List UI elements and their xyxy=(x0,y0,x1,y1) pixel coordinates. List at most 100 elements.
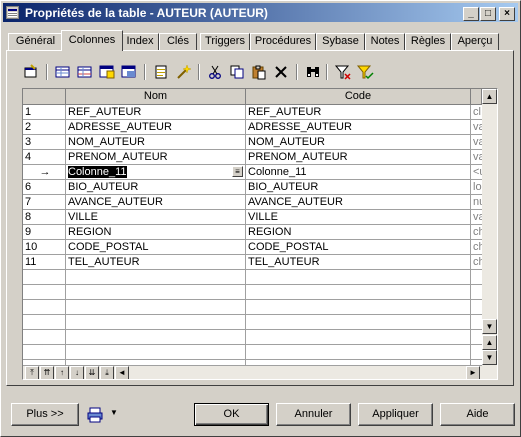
name-cell[interactable]: REGION xyxy=(66,225,246,240)
ellipsis-button[interactable]: ≡ xyxy=(232,166,243,177)
table-row[interactable] xyxy=(23,285,483,300)
move-down-button[interactable]: ↓ xyxy=(70,366,84,379)
tab-triggers[interactable]: Triggers xyxy=(200,33,250,50)
cut-icon[interactable] xyxy=(206,63,224,81)
code-cell[interactable] xyxy=(246,315,471,330)
table-row[interactable] xyxy=(23,315,483,330)
name-cell[interactable]: REF_AUTEUR xyxy=(66,105,246,120)
table-row[interactable]: 3NOM_AUTEURNOM_AUTEURva xyxy=(23,135,483,150)
code-cell[interactable] xyxy=(246,300,471,315)
name-cell[interactable]: VILLE xyxy=(66,210,246,225)
code-cell[interactable]: Colonne_11 xyxy=(246,165,471,180)
move-page-down-button[interactable]: ⇊ xyxy=(85,366,99,379)
name-cell[interactable]: BIO_AUTEUR xyxy=(66,180,246,195)
code-cell[interactable]: BIO_AUTEUR xyxy=(246,180,471,195)
move-bottom-button[interactable]: ⤓ xyxy=(100,366,114,379)
move-top-button[interactable]: ⤒ xyxy=(25,366,39,379)
vertical-scrollbar[interactable]: ▲ ▼ ▲ ▼ xyxy=(482,89,497,379)
wand-icon[interactable] xyxy=(174,63,192,81)
table-row[interactable]: 4PRENOM_AUTEURPRENOM_AUTEURva xyxy=(23,150,483,165)
edit-icon[interactable] xyxy=(152,63,170,81)
close-button[interactable]: × xyxy=(499,7,515,21)
add-columns-icon[interactable] xyxy=(98,63,116,81)
delete-icon[interactable] xyxy=(272,63,290,81)
code-cell[interactable] xyxy=(246,270,471,285)
copy-icon[interactable] xyxy=(228,63,246,81)
table-row[interactable]: 7AVANCE_AUTEURAVANCE_AUTEURnu xyxy=(23,195,483,210)
table-row[interactable] xyxy=(23,345,483,360)
name-cell[interactable]: ADRESSE_AUTEUR xyxy=(66,120,246,135)
ok-button[interactable]: OK xyxy=(194,403,269,426)
maximize-button[interactable]: □ xyxy=(480,7,496,21)
code-cell[interactable]: AVANCE_AUTEUR xyxy=(246,195,471,210)
find-icon[interactable] xyxy=(304,63,322,81)
scroll-page-down-button[interactable]: ▼ xyxy=(482,350,497,365)
scroll-right-button[interactable]: ► xyxy=(466,366,480,379)
table-row[interactable]: →Colonne_11≡Colonne_11<u xyxy=(23,165,483,180)
table-row[interactable]: 11TEL_AUTEURTEL_AUTEURch xyxy=(23,255,483,270)
table-row[interactable]: 2ADRESSE_AUTEURADRESSE_AUTEURva xyxy=(23,120,483,135)
name-cell[interactable]: NOM_AUTEUR xyxy=(66,135,246,150)
code-cell[interactable]: REF_AUTEUR xyxy=(246,105,471,120)
code-cell[interactable]: ADRESSE_AUTEUR xyxy=(246,120,471,135)
table-row[interactable] xyxy=(23,270,483,285)
printer-icon[interactable] xyxy=(86,406,104,424)
paste-icon[interactable] xyxy=(250,63,268,81)
table-row[interactable]: 10CODE_POSTALCODE_POSTALch xyxy=(23,240,483,255)
apply-button[interactable]: Appliquer xyxy=(358,403,433,426)
scroll-page-up-button[interactable]: ▲ xyxy=(482,335,497,350)
tab-cles[interactable]: Clés xyxy=(159,33,197,50)
tab-procedures[interactable]: Procédures xyxy=(250,33,316,50)
column-header-code[interactable]: Code xyxy=(246,89,471,105)
code-cell[interactable]: PRENOM_AUTEUR xyxy=(246,150,471,165)
more-button[interactable]: Plus >> xyxy=(11,403,79,426)
help-button[interactable]: Aide xyxy=(440,403,515,426)
add-row-icon[interactable] xyxy=(54,63,72,81)
tab-apercu[interactable]: Aperçu xyxy=(451,33,499,50)
name-cell[interactable] xyxy=(66,300,246,315)
scroll-up-button[interactable]: ▲ xyxy=(482,89,497,104)
tab-notes[interactable]: Notes xyxy=(365,33,405,50)
editing-name-cell[interactable]: Colonne_11 ≡ xyxy=(66,165,246,180)
filter-icon[interactable] xyxy=(334,63,352,81)
code-cell[interactable] xyxy=(246,285,471,300)
table-row[interactable] xyxy=(23,330,483,345)
code-cell[interactable] xyxy=(246,345,471,360)
tab-sybase[interactable]: Sybase xyxy=(316,33,365,50)
tab-colonnes[interactable]: Colonnes xyxy=(61,30,123,51)
add-attributes-icon[interactable] xyxy=(120,63,138,81)
properties-icon[interactable] xyxy=(22,63,40,81)
code-cell[interactable]: TEL_AUTEUR xyxy=(246,255,471,270)
customize-columns-icon[interactable] xyxy=(356,63,374,81)
grid-corner[interactable] xyxy=(23,89,66,105)
tab-general[interactable]: Général xyxy=(8,33,63,50)
table-row[interactable]: 6 BIO_AUTEUR BIO_AUTEUR lo xyxy=(23,180,483,195)
name-cell[interactable] xyxy=(66,315,246,330)
table-row[interactable]: 8VILLEVILLEva xyxy=(23,210,483,225)
name-cell[interactable]: AVANCE_AUTEUR xyxy=(66,195,246,210)
column-header-nom[interactable]: Nom xyxy=(66,89,246,105)
name-cell[interactable]: TEL_AUTEUR xyxy=(66,255,246,270)
insert-row-icon[interactable] xyxy=(76,63,94,81)
table-row[interactable] xyxy=(23,300,483,315)
name-cell[interactable] xyxy=(66,345,246,360)
move-page-up-button[interactable]: ⇈ xyxy=(40,366,54,379)
table-row[interactable]: 9REGIONREGIONch xyxy=(23,225,483,240)
tab-index[interactable]: Index xyxy=(121,33,159,50)
scroll-left-button[interactable]: ◄ xyxy=(115,366,129,379)
name-cell[interactable] xyxy=(66,330,246,345)
scroll-down-button[interactable]: ▼ xyxy=(482,319,497,334)
name-cell[interactable]: PRENOM_AUTEUR xyxy=(66,150,246,165)
name-cell[interactable]: CODE_POSTAL xyxy=(66,240,246,255)
code-cell[interactable]: CODE_POSTAL xyxy=(246,240,471,255)
title-bar[interactable]: Propriétés de la table - AUTEUR (AUTEUR)… xyxy=(3,3,518,22)
move-up-button[interactable]: ↑ xyxy=(55,366,69,379)
tab-regles[interactable]: Règles xyxy=(405,33,451,50)
code-cell[interactable]: NOM_AUTEUR xyxy=(246,135,471,150)
minimize-button[interactable]: _ xyxy=(463,7,479,21)
print-dropdown-arrow[interactable]: ▼ xyxy=(110,408,118,417)
code-cell[interactable] xyxy=(246,330,471,345)
code-cell[interactable]: VILLE xyxy=(246,210,471,225)
column-header-more[interactable] xyxy=(471,89,482,105)
code-cell[interactable]: REGION xyxy=(246,225,471,240)
